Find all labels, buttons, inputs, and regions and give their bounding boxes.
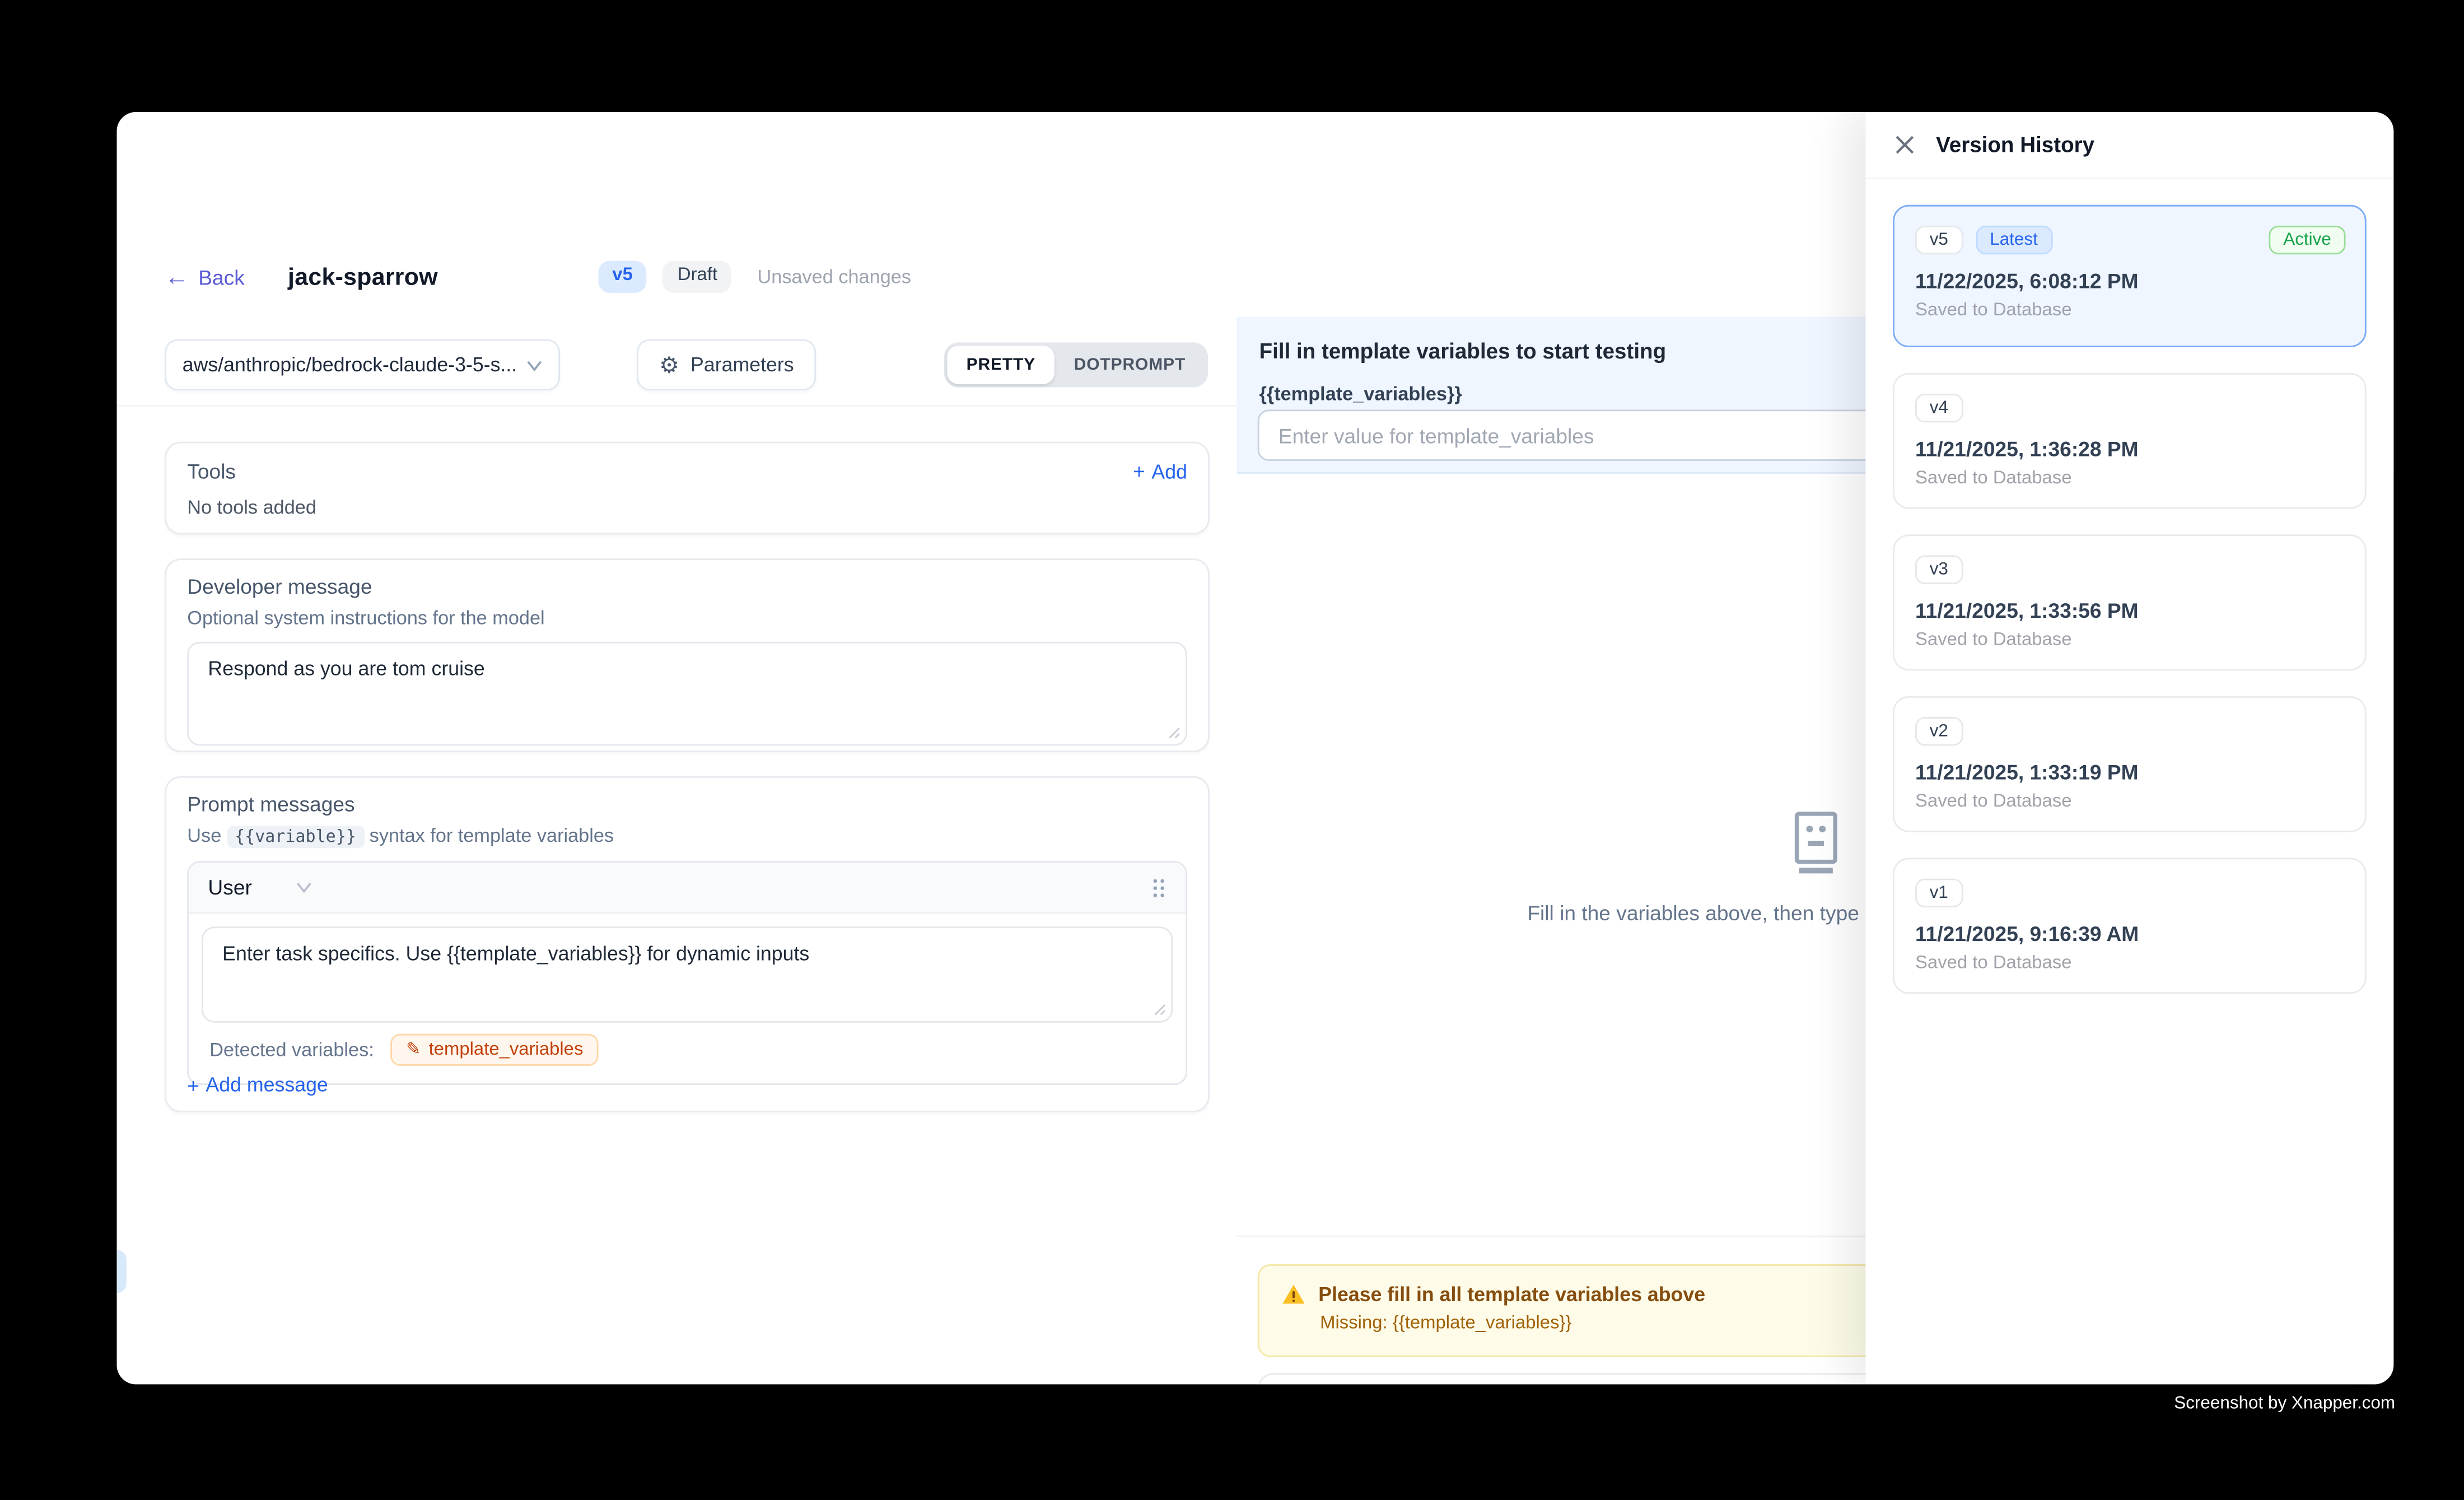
latest-badge: Latest <box>1975 226 2052 254</box>
bot-icon <box>1788 812 1842 875</box>
add-message-label: Add message <box>206 1074 328 1096</box>
warning-title: Please fill in all template variables ab… <box>1318 1283 1705 1306</box>
developer-message-card: Developer message Optional system instru… <box>165 558 1210 752</box>
detected-variable-chip[interactable]: ✎ template_variables <box>390 1034 599 1066</box>
gear-icon: ⚙ <box>659 353 679 376</box>
version-item-v5[interactable]: v5 Latest Active 11/22/2025, 6:08:12 PM … <box>1893 205 2367 347</box>
message-header: User <box>189 863 1186 914</box>
role-value: User <box>208 875 251 900</box>
toggle-dotprompt[interactable]: DOTPROMPT <box>1054 346 1205 384</box>
prompt-messages-title: Prompt messages <box>187 792 1187 816</box>
version-history-panel: Version History v5 Latest Active 11/22/2… <box>1865 112 2393 1384</box>
version-badge: v5 <box>598 261 647 293</box>
back-button[interactable]: ← Back <box>165 265 245 289</box>
version-timestamp: 11/21/2025, 1:33:56 PM <box>1915 599 2344 623</box>
page-title: jack-sparrow <box>288 263 438 291</box>
add-tool-label: Add <box>1151 460 1187 482</box>
toggle-pretty[interactable]: PRETTY <box>947 346 1054 384</box>
drag-handle-icon[interactable] <box>1150 876 1166 898</box>
version-timestamp: 11/21/2025, 1:36:28 PM <box>1915 437 2344 461</box>
plus-icon: + <box>1133 461 1145 482</box>
version-storage: Saved to Database <box>1915 792 2344 811</box>
model-selector-value: aws/anthropic/bedrock-claude-3-5-s... <box>183 353 517 376</box>
active-badge: Active <box>2269 226 2346 254</box>
model-selector[interactable]: aws/anthropic/bedrock-claude-3-5-s... <box>165 339 560 390</box>
message-block: User Enter task specifics. Use {{templat… <box>187 861 1187 1085</box>
detected-variables-row: Detected variables: ✎ template_variables <box>202 1023 1173 1071</box>
subtitle-prefix: Use <box>187 824 221 846</box>
variable-syntax-chip: {{variable}} <box>227 826 364 848</box>
version-number-badge: v1 <box>1915 879 1963 907</box>
add-tool-button[interactable]: + Add <box>1133 460 1187 482</box>
add-message-button[interactable]: + Add message <box>187 1074 328 1096</box>
prompt-editor-pane: ← Back jack-sparrow v5 Draft Unsaved cha… <box>117 179 1237 1384</box>
version-item-v1[interactable]: v1 11/21/2025, 9:16:39 AM Saved to Datab… <box>1893 858 2367 994</box>
version-number-badge: v5 <box>1915 226 1963 254</box>
warning-icon <box>1282 1283 1306 1306</box>
subtitle-suffix: syntax for template variables <box>370 824 614 846</box>
prompt-messages-card: Prompt messages Use {{variable}} syntax … <box>165 776 1210 1112</box>
editor-toolbar: aws/anthropic/bedrock-claude-3-5-s... ⚙ … <box>165 339 1208 394</box>
tools-card: Tools + Add No tools added <box>165 442 1210 535</box>
role-selector[interactable]: User <box>208 875 312 900</box>
parameters-button[interactable]: ⚙ Parameters <box>637 339 816 390</box>
version-history-header: Version History <box>1865 112 2393 179</box>
detected-variable-name: template_variables <box>429 1040 584 1059</box>
tools-empty-text: No tools added <box>187 496 1187 519</box>
version-number-badge: v4 <box>1915 394 1963 422</box>
unsaved-changes-text: Unsaved changes <box>757 265 911 288</box>
version-storage: Saved to Database <box>1915 631 2344 650</box>
version-history-title: Version History <box>1936 133 2094 157</box>
format-toggle: PRETTY DOTPROMPT <box>944 342 1208 387</box>
back-label: Back <box>198 265 245 289</box>
draft-badge: Draft <box>663 261 732 293</box>
version-storage: Saved to Database <box>1915 954 2344 973</box>
detected-variables-label: Detected variables: <box>209 1038 374 1061</box>
watermark-text: Screenshot by Xnapper.com <box>2174 1394 2395 1413</box>
toolbar-divider <box>117 405 1237 407</box>
version-storage: Saved to Database <box>1915 469 2344 488</box>
template-variable-label: {{template_variables}} <box>1259 383 1462 405</box>
version-storage: Saved to Database <box>1915 301 2344 320</box>
header-badges: v5 Draft Unsaved changes <box>598 261 911 293</box>
template-variables-title: Fill in template variables to start test… <box>1259 339 1667 364</box>
developer-message-title: Developer message <box>187 575 1187 599</box>
version-item-v4[interactable]: v4 11/21/2025, 1:36:28 PM Saved to Datab… <box>1893 373 2367 509</box>
parameters-label: Parameters <box>690 353 794 376</box>
version-timestamp: 11/21/2025, 9:16:39 AM <box>1915 922 2344 946</box>
developer-message-input[interactable]: Respond as you are tom cruise <box>189 644 1186 744</box>
close-icon[interactable] <box>1891 132 1917 158</box>
chevron-down-icon <box>526 359 543 370</box>
version-number-badge: v3 <box>1915 555 1963 584</box>
resize-handle-icon[interactable] <box>1154 1003 1166 1016</box>
version-number-badge: v2 <box>1915 717 1963 746</box>
arrow-left-icon: ← <box>165 265 189 289</box>
message-content-input[interactable]: Enter task specifics. Use {{template_var… <box>203 928 1172 1021</box>
version-item-v2[interactable]: v2 11/21/2025, 1:33:19 PM Saved to Datab… <box>1893 696 2367 832</box>
resize-handle-icon[interactable] <box>1168 726 1181 739</box>
plus-icon: + <box>187 1075 199 1096</box>
app-window: ← Back jack-sparrow v5 Draft Unsaved cha… <box>117 112 2394 1384</box>
screenshot-stage: ← Back jack-sparrow v5 Draft Unsaved cha… <box>0 0 2464 1500</box>
pencil-icon: ✎ <box>406 1041 421 1059</box>
version-list: v5 Latest Active 11/22/2025, 6:08:12 PM … <box>1865 179 2393 1045</box>
version-timestamp: 11/22/2025, 6:08:12 PM <box>1915 269 2344 293</box>
developer-message-subtitle: Optional system instructions for the mod… <box>187 607 1187 629</box>
version-timestamp: 11/21/2025, 1:33:19 PM <box>1915 760 2344 784</box>
tools-title: Tools <box>187 459 236 483</box>
chevron-down-icon <box>297 882 313 893</box>
breadcrumb-row: ← Back jack-sparrow v5 Draft Unsaved cha… <box>165 253 1210 301</box>
prompt-messages-subtitle: Use {{variable}} syntax for template var… <box>187 824 1187 846</box>
edge-toast-sliver <box>117 1250 127 1293</box>
version-item-v3[interactable]: v3 11/21/2025, 1:33:56 PM Saved to Datab… <box>1893 534 2367 670</box>
